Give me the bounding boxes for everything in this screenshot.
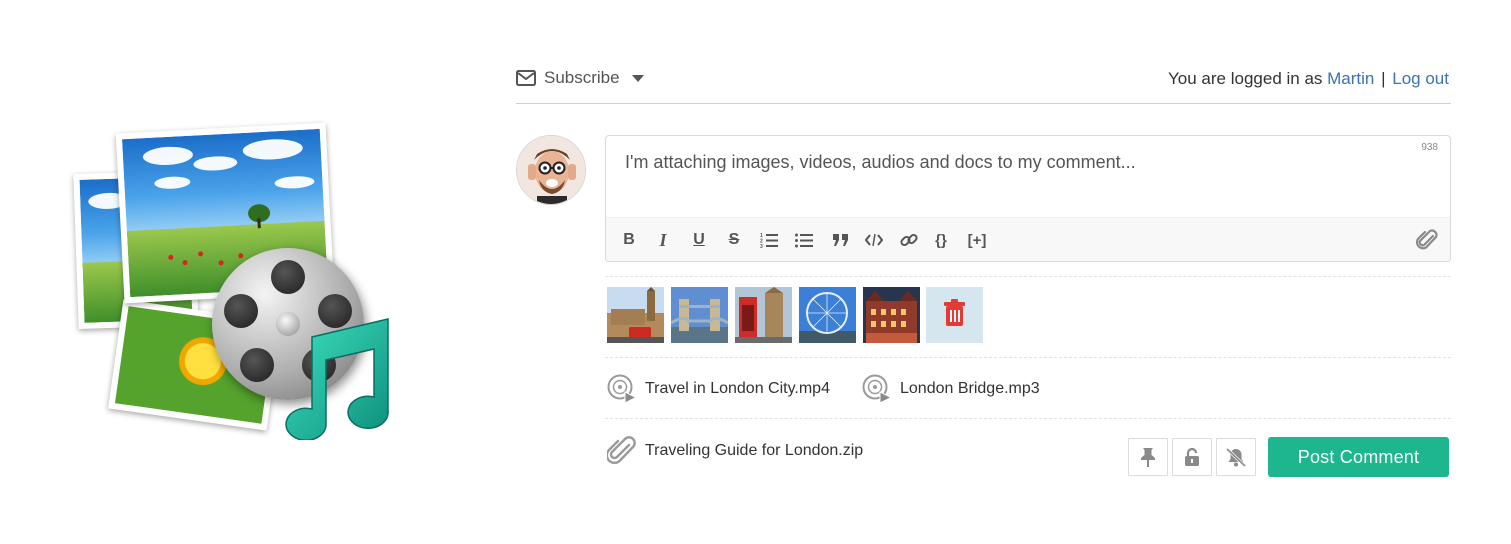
spoiler-button[interactable]: [+]: [963, 231, 991, 249]
image-thumbnail[interactable]: [735, 287, 792, 343]
document-file-name: Traveling Guide for London.zip: [645, 442, 864, 459]
code-button[interactable]: [865, 231, 883, 249]
media-file-item[interactable]: London Bridge.mp3: [862, 374, 1040, 404]
document-file-item[interactable]: Traveling Guide for London.zip: [607, 436, 863, 466]
pin-button[interactable]: [1128, 438, 1168, 476]
link-button[interactable]: [900, 231, 918, 249]
media-illustration: [70, 120, 410, 450]
caret-down-icon: [631, 74, 644, 82]
media-file-name: Travel in London City.mp4: [645, 380, 830, 397]
logged-in-text: You are logged in as: [1168, 69, 1323, 88]
subscribe-dropdown[interactable]: Subscribe: [516, 68, 644, 88]
code-icon: [865, 234, 883, 246]
quote-icon: [832, 234, 848, 246]
code-block-button[interactable]: {}: [931, 231, 951, 249]
blockquote-button[interactable]: [831, 231, 849, 249]
media-file-item[interactable]: Travel in London City.mp4: [607, 374, 830, 404]
avatar: [516, 135, 586, 205]
link-icon: [900, 233, 918, 247]
phone-box-thumbnail-image: [735, 287, 792, 343]
login-separator: |: [1381, 69, 1386, 88]
bell-off-icon: [1225, 447, 1247, 467]
user-link[interactable]: Martin: [1327, 69, 1374, 88]
ordered-list-button[interactable]: 1 2 3: [760, 231, 778, 249]
subscribe-label: Subscribe: [544, 68, 620, 87]
mute-notifications-button[interactable]: [1216, 438, 1256, 476]
tower-bridge-thumbnail-image: [671, 287, 728, 343]
envelope-icon: [516, 70, 536, 86]
underline-button[interactable]: U: [691, 231, 707, 249]
bullet-list-button[interactable]: [795, 231, 813, 249]
disc-play-icon: [862, 374, 892, 404]
disc-play-icon: [607, 374, 637, 404]
comment-editor[interactable]: I'm attaching images, videos, audios and…: [605, 135, 1451, 262]
image-thumbnail[interactable]: [671, 287, 728, 343]
logout-link[interactable]: Log out: [1392, 69, 1449, 88]
music-note-icon: [285, 318, 389, 440]
london-eye-thumbnail-image: [799, 287, 856, 343]
italic-button[interactable]: I: [655, 230, 671, 250]
ordered-list-icon: 1 2 3: [760, 233, 778, 248]
editor-toolbar: B I U S 1 2 3 {} [+]: [606, 217, 1450, 261]
paperclip-icon: [1416, 229, 1438, 250]
delete-attachment-button[interactable]: [926, 287, 983, 343]
attach-button[interactable]: [1416, 228, 1438, 252]
westminster-thumbnail-image: [607, 287, 664, 343]
user-photo-image: [517, 136, 585, 204]
divider: [605, 276, 1451, 277]
historic-building-thumbnail-image: [863, 287, 920, 343]
divider: [605, 357, 1451, 358]
comment-header: Subscribe You are logged in as Martin | …: [516, 66, 1451, 104]
trash-icon: [926, 287, 983, 343]
pin-icon: [1141, 448, 1155, 467]
strike-button[interactable]: S: [726, 231, 742, 249]
divider: [605, 418, 1451, 419]
image-thumbnail[interactable]: [863, 287, 920, 343]
media-file-name: London Bridge.mp3: [900, 380, 1040, 397]
image-thumbnail[interactable]: [799, 287, 856, 343]
svg-text:3: 3: [760, 244, 763, 248]
post-comment-button[interactable]: Post Comment: [1268, 437, 1449, 477]
lock-button[interactable]: [1172, 438, 1212, 476]
bullet-list-icon: [795, 233, 813, 248]
paperclip-icon: [607, 436, 636, 465]
comment-text[interactable]: I'm attaching images, videos, audios and…: [625, 152, 1136, 173]
unlock-icon: [1185, 447, 1199, 466]
bold-button[interactable]: B: [621, 231, 637, 249]
login-status: You are logged in as Martin | Log out: [1168, 69, 1449, 89]
char-counter: 938: [1421, 142, 1438, 153]
image-thumbnail[interactable]: [607, 287, 664, 343]
